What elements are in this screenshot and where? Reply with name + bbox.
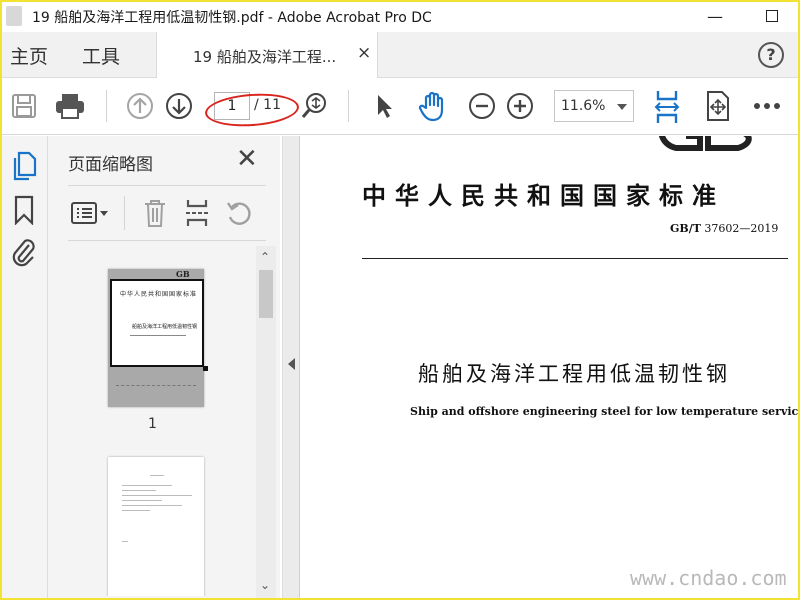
document-view[interactable]: 中华人民共和国国家标准 GB/T 37602—2019 船舶及海洋工程用低温韧性… [300,136,798,598]
thumbnails-panel: 页面缩略图 ✕ GB 中华人民共和国国家标准 船舶及海洋工程用低温韧性钢 1 ⌃… [48,136,280,598]
gb-logo-icon [659,136,752,151]
zoom-value: 11.6% [561,98,606,114]
toolbar: 1 / 11 11.6% [2,78,798,135]
toolbar-separator [348,90,349,122]
collapse-arrow-icon [288,358,295,370]
toolbar-separator [106,90,107,122]
next-page-icon[interactable] [163,90,195,122]
thumb-text-line [122,541,128,542]
divider [68,185,266,186]
standard-code-prefix: GB/T [670,222,701,235]
minimize-button[interactable]: — [700,4,730,28]
zoom-search-icon[interactable] [298,90,330,122]
site-watermark: www.cndao.com [630,566,787,590]
thumb-text-line [122,510,150,511]
tab-document-label: 19 船舶及海洋工程... [193,48,337,66]
scroll-up-icon[interactable]: ⌃ [260,250,270,264]
attachments-icon[interactable] [8,236,40,268]
select-arrow-icon[interactable] [370,90,398,122]
maximize-button[interactable] [757,4,787,28]
thumbnail-scrollbar[interactable]: ⌃ ⌄ [256,246,276,598]
standard-code-number: 37602—2019 [704,222,779,235]
zoom-dropdown[interactable]: 11.6% [554,90,634,122]
document-name-english: Ship and offshore engineering steel for … [410,405,798,418]
resize-handle[interactable] [203,366,208,371]
thumb-text-line [150,475,164,476]
tabs-row: 主页 工具 19 船舶及海洋工程... × ? [2,32,798,78]
thumb-text-line [122,495,192,496]
tab-document[interactable]: 19 船舶及海洋工程... × [156,32,378,78]
toolbar-separator [124,196,125,230]
page-thumbnail-1[interactable]: GB 中华人民共和国国家标准 船舶及海洋工程用低温韧性钢 [108,269,208,407]
thumb-text-line [122,505,182,506]
prev-page-icon[interactable] [124,90,156,122]
scroll-down-icon[interactable]: ⌄ [260,578,270,592]
close-panel-icon[interactable]: ✕ [236,144,258,174]
thumb-text-line [122,490,156,491]
thumb-title: 中华人民共和国国家标准 [120,291,198,298]
thumb-text-line [122,500,162,501]
window-title: 19 船舶及海洋工程用低温韧性钢.pdf - Adobe Acrobat Pro… [32,10,432,26]
thumbnail-viewport-box: 中华人民共和国国家标准 船舶及海洋工程用低温韧性钢 [110,279,208,371]
zoom-out-icon[interactable] [466,90,498,122]
thumb-text-line [130,335,186,336]
thumbnail-options-icon[interactable] [68,196,112,230]
panel-collapse-handle[interactable] [282,136,300,598]
standard-code: GB/T 37602—2019 [670,222,778,235]
page-thumbnail-label: 1 [148,416,157,432]
delete-icon[interactable] [140,196,170,230]
print-icon[interactable] [52,90,88,122]
header-rule [362,258,788,259]
divider [68,240,266,241]
tab-tools[interactable]: 工具 [82,42,120,69]
page-thumbnail-2[interactable] [108,457,204,596]
fit-page-icon[interactable] [650,88,684,126]
document-name-chinese: 船舶及海洋工程用低温韧性钢 [418,362,730,386]
chevron-down-icon [617,104,627,110]
minimize-icon: — [707,6,723,26]
panel-title: 页面缩略图 [68,155,153,175]
save-icon[interactable] [8,90,40,122]
close-tab-icon[interactable]: × [357,43,371,63]
thumb-gb-logo: GB [176,269,190,279]
rotate-icon[interactable] [224,196,254,230]
maximize-icon [766,10,778,22]
help-icon[interactable]: ? [758,42,784,68]
scroll-mode-icon[interactable] [702,88,734,124]
title-bar: 19 船舶及海洋工程用低温韧性钢.pdf - Adobe Acrobat Pro… [2,2,798,32]
extract-pages-icon[interactable] [182,196,212,230]
left-nav-strip [2,136,48,598]
thumbnail-list: GB 中华人民共和国国家标准 船舶及海洋工程用低温韧性钢 1 [50,246,256,596]
page-thumbnails-icon[interactable] [8,150,40,182]
thumb-subtitle: 船舶及海洋工程用低温韧性钢 [132,324,198,330]
tab-home[interactable]: 主页 [10,42,48,69]
bookmarks-icon[interactable] [8,194,40,226]
scrollbar-thumb[interactable] [259,270,273,318]
thumb-text-line [122,485,172,486]
hand-tool-icon[interactable] [416,88,450,124]
acrobat-app-icon [6,6,22,26]
thumb-footer-line [116,385,196,386]
zoom-in-icon[interactable] [504,90,536,122]
more-icon[interactable] [750,92,784,120]
standard-title: 中华人民共和国国家标准 [362,181,725,210]
